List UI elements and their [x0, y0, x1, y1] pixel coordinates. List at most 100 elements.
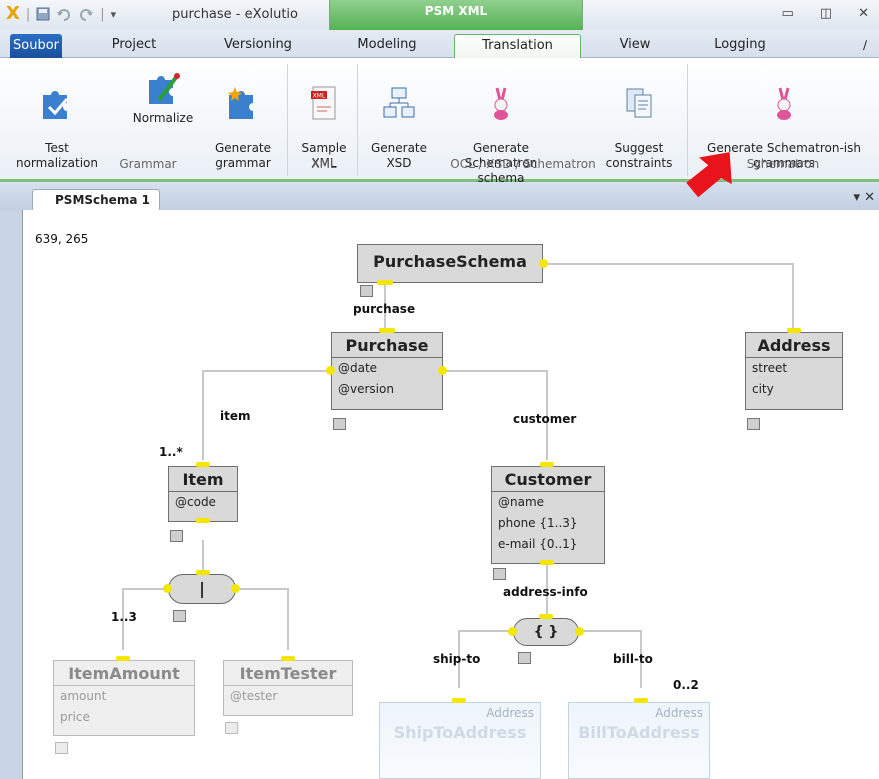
attr-street: street [752, 361, 788, 375]
connector-marker [539, 614, 553, 619]
connector-marker [196, 518, 210, 523]
tab-modeling[interactable]: Modeling [344, 34, 430, 58]
svg-text:XML: XML [313, 93, 326, 100]
app-logo-icon[interactable]: X [6, 5, 20, 23]
card-item: 1..* [159, 445, 183, 459]
group-label-grammar: Grammar [119, 157, 177, 171]
save-icon[interactable] [36, 7, 50, 21]
document-tabs: PSMSchema 1 ▾ ✕ [0, 182, 879, 211]
ribbon-tabs: Soubor Project Versioning Modeling Trans… [0, 30, 879, 60]
node-item-amount[interactable]: ItemAmount amount price [53, 660, 195, 736]
connector-marker [196, 462, 210, 467]
expand-toggle[interactable] [55, 742, 68, 754]
expand-toggle[interactable] [173, 610, 186, 622]
annotation-arrow-icon [686, 152, 732, 198]
rabbit-icon [494, 87, 508, 120]
connector-marker [508, 627, 517, 636]
left-panel-strip [0, 210, 22, 779]
tab-versioning[interactable]: Versioning [210, 34, 306, 58]
node-purchase[interactable]: Purchase @date @version [331, 332, 443, 410]
node-bill-to-address[interactable]: Address BillToAddress [568, 702, 710, 779]
puzzle-check-icon [43, 91, 69, 119]
node-item-tester[interactable]: ItemTester @tester [223, 660, 353, 716]
connector-marker [379, 328, 395, 333]
rabbit-icon [777, 87, 791, 120]
connector-marker [540, 462, 554, 467]
group-label-ocl: OCL / XSD / Schematron [450, 157, 596, 171]
tab-project[interactable]: Project [102, 34, 166, 58]
connector-marker [438, 366, 447, 375]
puzzle-wand-icon [149, 73, 180, 104]
attr-version: @version [338, 382, 394, 396]
undo-icon[interactable] [56, 7, 72, 21]
ribbon-panel: Test normalization Normalize Generate gr… [0, 58, 879, 185]
node-item[interactable]: Item @code [168, 466, 238, 522]
sample-xml-button[interactable]: XML Sample XML [292, 70, 356, 171]
attr-tester: @tester [230, 689, 278, 703]
attr-city: city [752, 382, 774, 396]
set-node[interactable]: { } [513, 618, 579, 646]
attr-price: price [60, 710, 90, 724]
attr-name: @name [498, 495, 545, 509]
test-normalization-button[interactable]: Test normalization [2, 70, 112, 171]
label-bill-to: bill-to [613, 652, 653, 666]
tab-file[interactable]: Soubor [10, 34, 62, 58]
attr-code: @code [175, 495, 216, 509]
xml-file-icon: XML [311, 86, 336, 120]
node-address[interactable]: Address street city [745, 332, 843, 410]
expand-toggle[interactable] [170, 530, 183, 542]
xsd-tree-icon [383, 87, 415, 118]
connector-marker [540, 560, 554, 565]
node-customer[interactable]: Customer @name phone {1..3} e-mail {0..1… [491, 466, 605, 564]
connector-marker [787, 328, 801, 333]
card-amount: 1..3 [111, 610, 137, 624]
attr-email: e-mail {0..1} [498, 537, 578, 551]
attr-phone: phone {1..3} [498, 516, 578, 530]
tab-translation[interactable]: Translation [454, 34, 581, 60]
connector-marker [281, 656, 295, 661]
choice-node[interactable]: | [168, 574, 236, 604]
document-tab-controls[interactable]: ▾ ✕ [853, 190, 875, 205]
minimize-icon[interactable]: ▭ [782, 6, 794, 21]
label-purchase: purchase [353, 302, 416, 316]
redo-icon[interactable] [78, 7, 94, 21]
puzzle-star-icon [228, 87, 253, 119]
generate-xsd-button[interactable]: Generate XSD [360, 70, 438, 171]
documents-icon [626, 88, 652, 118]
tab-view[interactable]: View [610, 34, 660, 58]
tab-logging[interactable]: Logging [700, 34, 780, 58]
generate-grammar-button[interactable]: Generate grammar [208, 70, 278, 171]
connector-marker [326, 366, 335, 375]
connector-marker [452, 698, 466, 703]
expand-toggle[interactable] [493, 568, 506, 580]
card-bill: 0..2 [673, 678, 699, 692]
connector-marker [539, 259, 548, 268]
connector-marker [634, 698, 648, 703]
window-controls: ▭ ◫ ✕ [782, 6, 870, 21]
node-purchase-schema[interactable]: PurchaseSchema [357, 244, 543, 283]
expand-toggle[interactable] [225, 722, 238, 734]
expand-toggle[interactable] [747, 418, 760, 430]
connector-marker [575, 627, 584, 636]
tab-psmschema-1[interactable]: PSMSchema 1 [32, 189, 160, 211]
node-ship-to-address[interactable]: Address ShipToAddress [379, 702, 541, 779]
diagram-canvas[interactable]: 639, 265 PurchaseSchema purchase Purchas… [22, 210, 879, 779]
connector-marker [231, 584, 240, 593]
connector-marker [116, 656, 130, 661]
connector-marker [196, 570, 210, 575]
expand-toggle[interactable] [333, 418, 346, 430]
expand-toggle[interactable] [360, 285, 373, 297]
title-bar: X | | ▾ purchase - eXolutio PSM XML ▭ ◫ … [0, 0, 879, 31]
maximize-icon[interactable]: ◫ [820, 6, 832, 21]
expand-toggle[interactable] [518, 652, 531, 664]
quick-access-toolbar: X | | ▾ [6, 3, 117, 24]
connector-marker [377, 280, 393, 285]
attr-amount: amount [60, 689, 107, 703]
label-item: item [220, 409, 251, 423]
ribbon-collapse-icon[interactable]: ∕ [855, 34, 875, 58]
label-ship-to: ship-to [433, 652, 481, 666]
customize-icon[interactable]: ▾ [111, 8, 117, 21]
close-icon[interactable]: ✕ [858, 6, 869, 21]
normalize-button[interactable]: Normalize [128, 70, 198, 126]
attr-date: @date [338, 361, 378, 375]
